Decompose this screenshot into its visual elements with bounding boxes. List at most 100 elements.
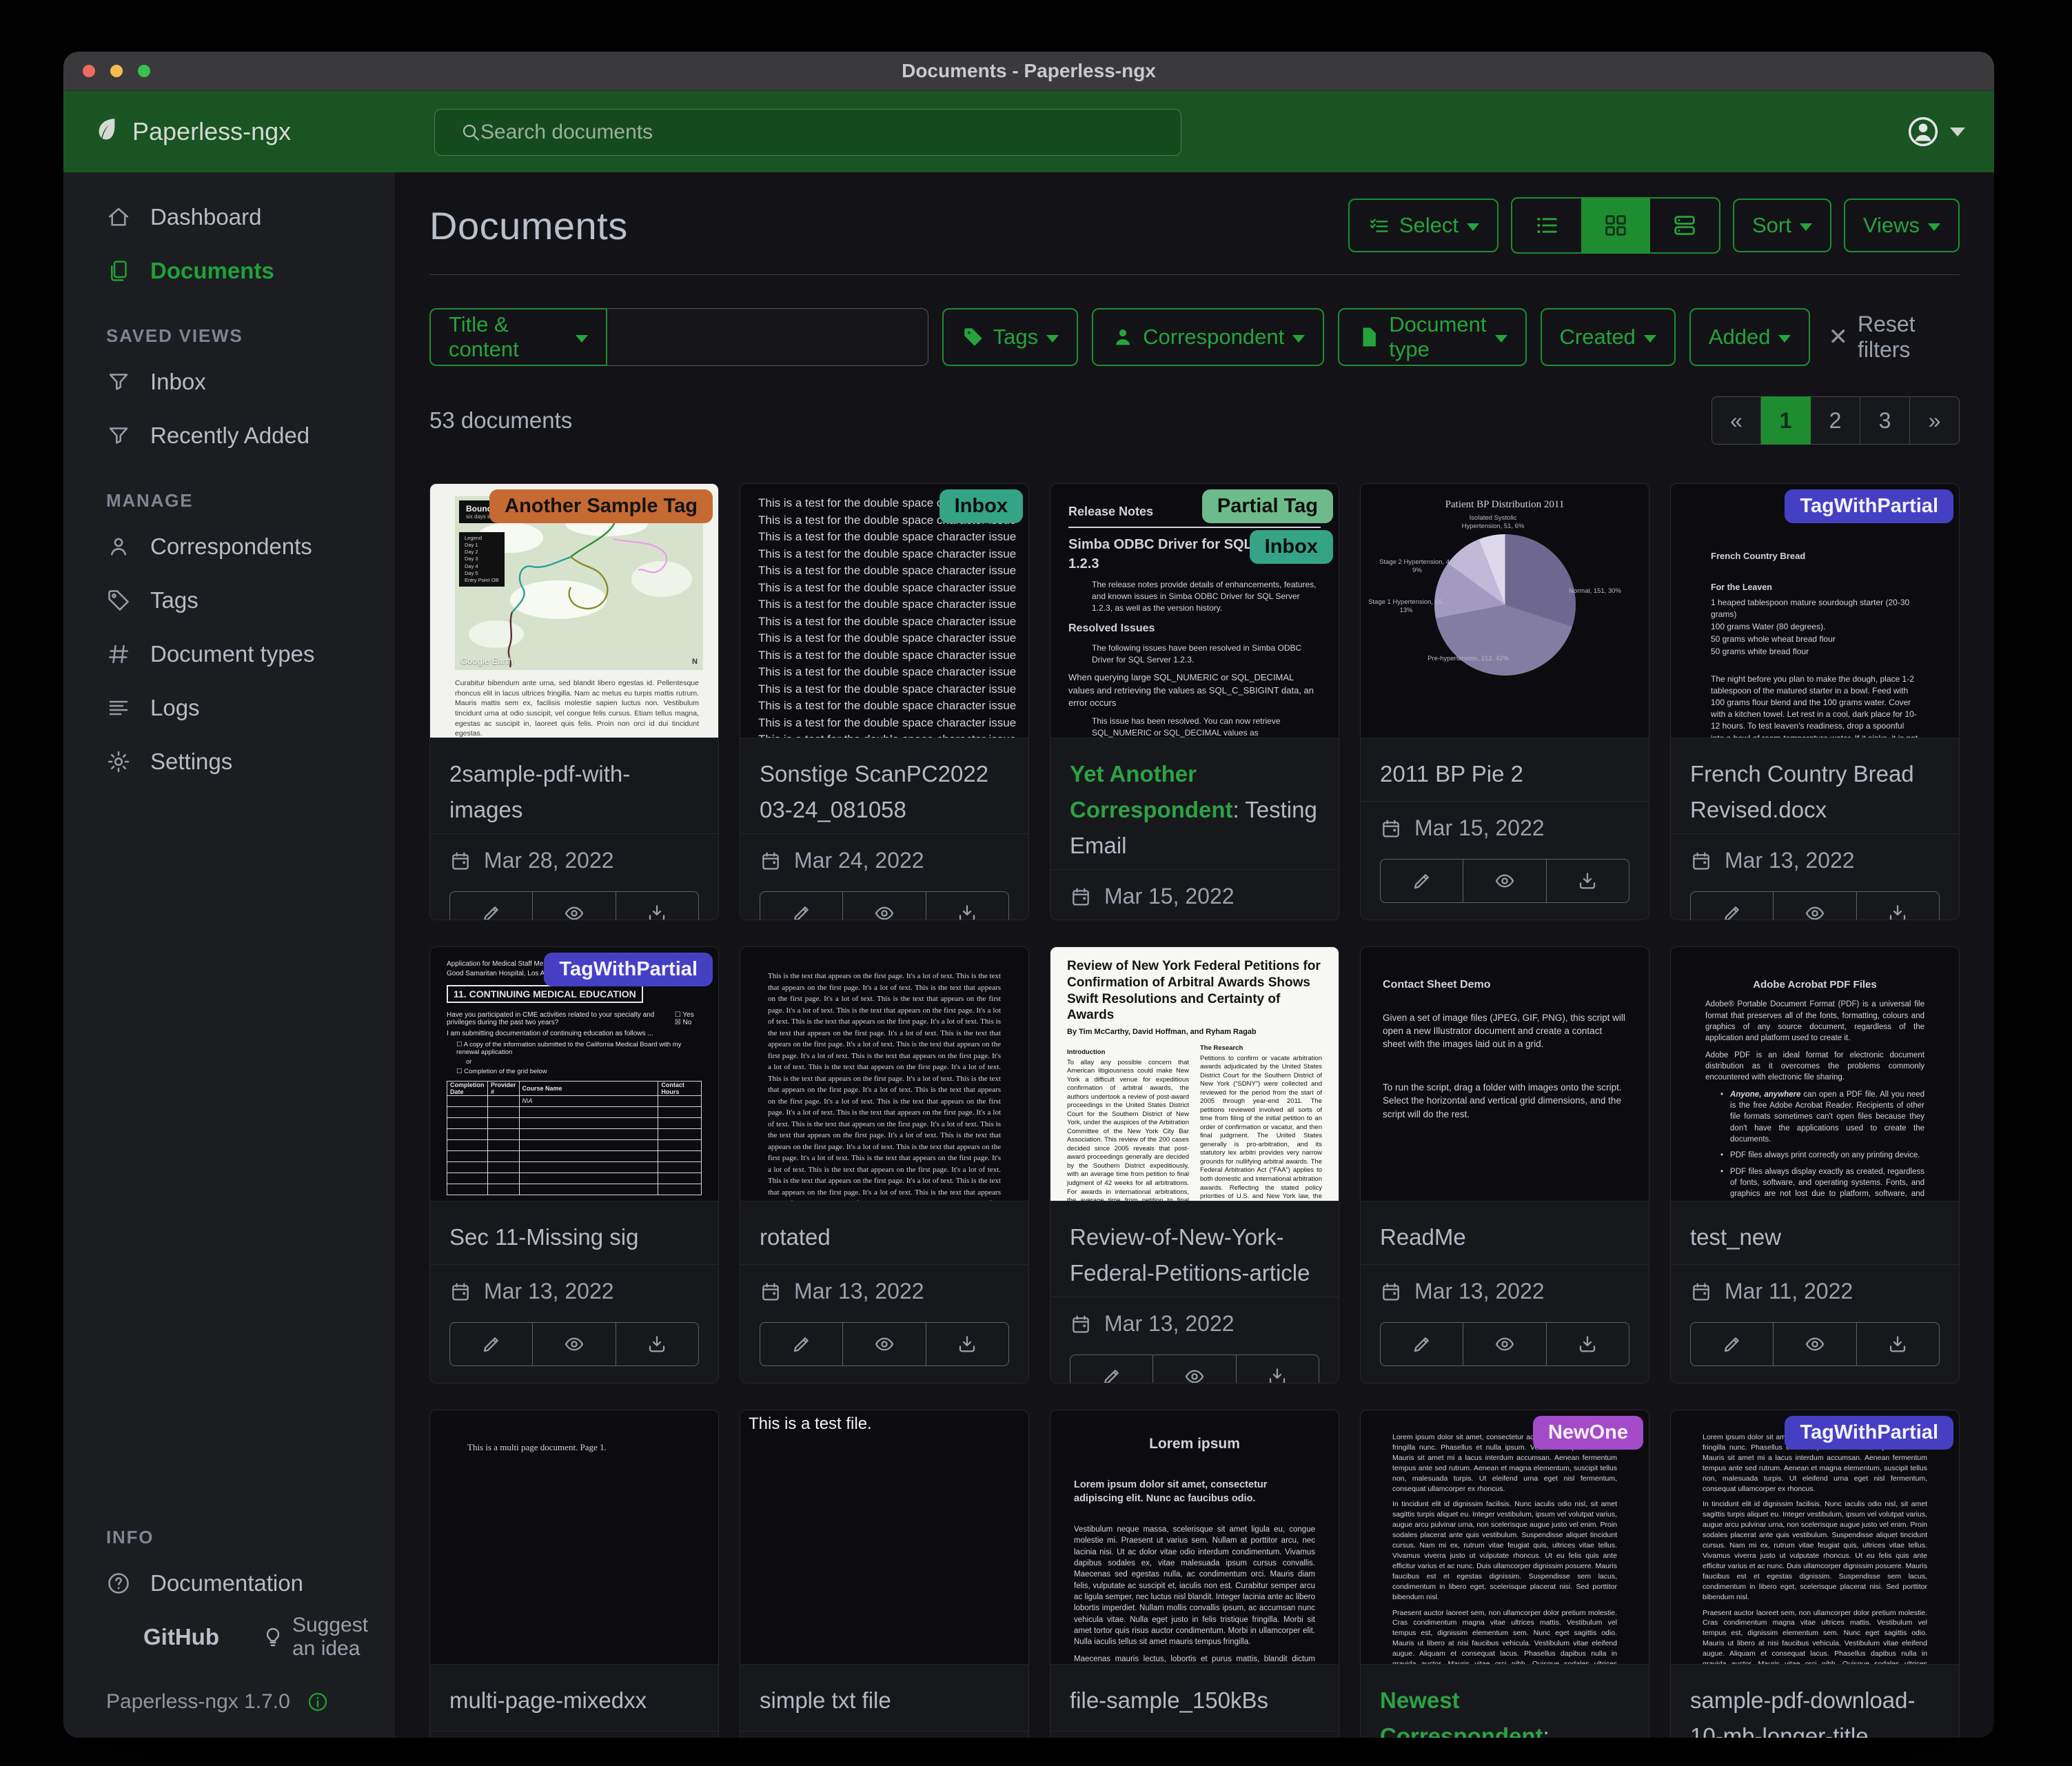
sidebar-item-documents[interactable]: Documents xyxy=(63,244,395,298)
view-document-button[interactable] xyxy=(842,892,925,920)
document-thumbnail[interactable]: This is the text that appears on the fir… xyxy=(740,947,1028,1201)
download-document-button[interactable] xyxy=(1856,892,1939,920)
tag-chip[interactable]: NewOne xyxy=(1533,1416,1643,1450)
sidebar-item-suggest-idea[interactable]: Suggest an idea xyxy=(262,1614,395,1661)
document-title-link[interactable]: French Country Bread Revised.docx xyxy=(1671,738,1959,833)
edit-document-button[interactable] xyxy=(1691,1323,1773,1366)
reset-filters-button[interactable]: ✕ Reset filters xyxy=(1828,312,1960,363)
sidebar-item-correspondents[interactable]: Correspondents xyxy=(63,520,395,574)
document-thumbnail[interactable]: Contact Sheet DemoGiven a set of image f… xyxy=(1361,947,1649,1201)
document-title-link[interactable]: multi-page-mixedxx xyxy=(430,1665,718,1731)
edit-document-button[interactable] xyxy=(760,892,842,920)
tag-chip[interactable]: TagWithPartial xyxy=(544,953,713,986)
document-title-link[interactable]: Newest Correspondent: f_combineds xyxy=(1361,1665,1649,1738)
edit-document-button[interactable] xyxy=(450,892,532,920)
tags-filter-button[interactable]: Tags xyxy=(942,308,1078,366)
edit-document-button[interactable] xyxy=(1070,1355,1152,1383)
document-title-link[interactable]: simple txt file xyxy=(740,1665,1028,1731)
correspondent-link[interactable]: Newest Correspondent xyxy=(1380,1687,1543,1738)
document-thumbnail[interactable]: Adobe Acrobat PDF FilesAdobe® Portable D… xyxy=(1671,947,1959,1201)
app-brand[interactable]: Paperless-ngx xyxy=(92,114,291,150)
edit-document-button[interactable] xyxy=(760,1323,842,1366)
view-mode-list-button[interactable] xyxy=(1512,199,1581,252)
title-content-filter-input[interactable] xyxy=(607,308,928,366)
sidebar-item-inbox[interactable]: Inbox xyxy=(63,355,395,409)
sidebar-item-tags[interactable]: Tags xyxy=(63,574,395,627)
calendar-icon xyxy=(1380,818,1402,840)
document-thumbnail[interactable]: Lorem ipsumLorem ipsum dolor sit amet, c… xyxy=(1050,1410,1339,1665)
correspondent-filter-button[interactable]: Correspondent xyxy=(1092,308,1324,366)
sort-dropdown-button[interactable]: Sort xyxy=(1733,199,1831,252)
download-document-button[interactable] xyxy=(926,892,1008,920)
tag-chip[interactable]: Inbox xyxy=(939,489,1023,523)
sidebar-item-recently-added[interactable]: Recently Added xyxy=(63,409,395,463)
view-document-button[interactable] xyxy=(1773,1323,1856,1366)
document-thumbnail[interactable]: Review of New York Federal Petitions for… xyxy=(1050,947,1339,1201)
document-type-filter-button[interactable]: Document type xyxy=(1338,308,1526,366)
pagination-prev[interactable]: « xyxy=(1712,396,1761,445)
download-document-button[interactable] xyxy=(616,892,698,920)
document-title-link[interactable]: 2011 BP Pie 2 xyxy=(1361,738,1649,801)
search-input[interactable] xyxy=(479,120,1181,145)
tag-chip[interactable]: TagWithPartial xyxy=(1785,1416,1953,1450)
view-mode-detail-button[interactable] xyxy=(1650,199,1719,252)
view-document-button[interactable] xyxy=(1463,860,1545,902)
document-title-link[interactable]: file-sample_150kBs xyxy=(1050,1665,1339,1731)
view-document-button[interactable] xyxy=(1773,892,1856,920)
select-dropdown-button[interactable]: Select xyxy=(1348,199,1499,252)
sidebar-item-document-types[interactable]: Document types xyxy=(63,627,395,681)
user-menu[interactable] xyxy=(1906,91,1965,172)
download-document-button[interactable] xyxy=(1856,1323,1939,1366)
pagination-page-3[interactable]: 3 xyxy=(1860,396,1910,445)
pagination-page-1[interactable]: 1 xyxy=(1761,396,1811,445)
tag-chip[interactable]: Another Sample Tag xyxy=(489,489,713,523)
created-date: Mar 13, 2022 xyxy=(1104,1311,1235,1337)
tag-chip[interactable]: Partial Tag xyxy=(1202,489,1333,523)
download-document-button[interactable] xyxy=(1546,860,1629,902)
document-title-link[interactable]: rotated xyxy=(740,1201,1028,1264)
edit-document-button[interactable] xyxy=(450,1323,532,1366)
pagination-page-2[interactable]: 2 xyxy=(1811,396,1860,445)
document-title-link[interactable]: Yet Another Correspondent: Testing Email xyxy=(1050,738,1339,869)
edit-document-button[interactable] xyxy=(1691,892,1773,920)
correspondent-link[interactable]: Yet Another Correspondent xyxy=(1070,761,1233,822)
download-document-button[interactable] xyxy=(616,1323,698,1366)
sidebar-item-dashboard[interactable]: Dashboard xyxy=(63,190,395,244)
view-mode-grid-button[interactable] xyxy=(1581,199,1650,252)
view-document-button[interactable] xyxy=(532,892,615,920)
edit-document-button[interactable] xyxy=(1381,860,1463,902)
document-title-text: rotated xyxy=(760,1224,831,1250)
document-title-link[interactable]: Sonstige ScanPC2022 03-24_081058 xyxy=(740,738,1028,833)
sidebar-item-documentation[interactable]: Documentation xyxy=(63,1556,395,1610)
added-filter-button[interactable]: Added xyxy=(1689,308,1811,366)
thumbnail-text: Given a set of image files (JPEG, GIF, P… xyxy=(1383,1011,1627,1051)
tag-chip[interactable]: Inbox xyxy=(1250,530,1333,564)
download-document-button[interactable] xyxy=(1546,1323,1629,1366)
pagination-next[interactable]: » xyxy=(1910,396,1960,445)
thumbnail-text: This is a test for the double space char… xyxy=(758,731,1010,738)
sidebar-item-logs[interactable]: Logs xyxy=(63,681,395,735)
info-circle-icon[interactable] xyxy=(307,1691,329,1713)
view-document-button[interactable] xyxy=(532,1323,615,1366)
tag-chip[interactable]: TagWithPartial xyxy=(1785,489,1953,523)
document-title-link[interactable]: ReadMe xyxy=(1361,1201,1649,1264)
edit-document-button[interactable] xyxy=(1381,1323,1463,1366)
download-document-button[interactable] xyxy=(926,1323,1008,1366)
title-content-dropdown-button[interactable]: Title & content xyxy=(429,308,607,366)
document-title-link[interactable]: test_new xyxy=(1671,1201,1959,1264)
view-document-button[interactable] xyxy=(842,1323,925,1366)
sidebar-item-github[interactable]: GitHub xyxy=(143,1624,219,1650)
document-title-link[interactable]: Sec 11-Missing sig xyxy=(430,1201,718,1264)
views-dropdown-button[interactable]: Views xyxy=(1844,199,1960,252)
document-title-link[interactable]: 2sample-pdf-with-images xyxy=(430,738,718,833)
created-filter-button[interactable]: Created xyxy=(1541,308,1676,366)
view-document-button[interactable] xyxy=(1152,1355,1235,1383)
document-title-link[interactable]: sample-pdf-download-10-mb-longer-title xyxy=(1671,1665,1959,1738)
document-title-link[interactable]: Review-of-New-York-Federal-Petitions-art… xyxy=(1050,1201,1339,1297)
document-thumbnail[interactable]: This is a multi page document. Page 1. xyxy=(430,1410,718,1665)
sidebar-item-settings[interactable]: Settings xyxy=(63,735,395,789)
document-thumbnail[interactable]: Patient BP Distribution 2011Normal, 151,… xyxy=(1361,484,1649,738)
document-thumbnail[interactable]: This is a test file. xyxy=(740,1410,1028,1665)
view-document-button[interactable] xyxy=(1463,1323,1545,1366)
download-document-button[interactable] xyxy=(1236,1355,1319,1383)
